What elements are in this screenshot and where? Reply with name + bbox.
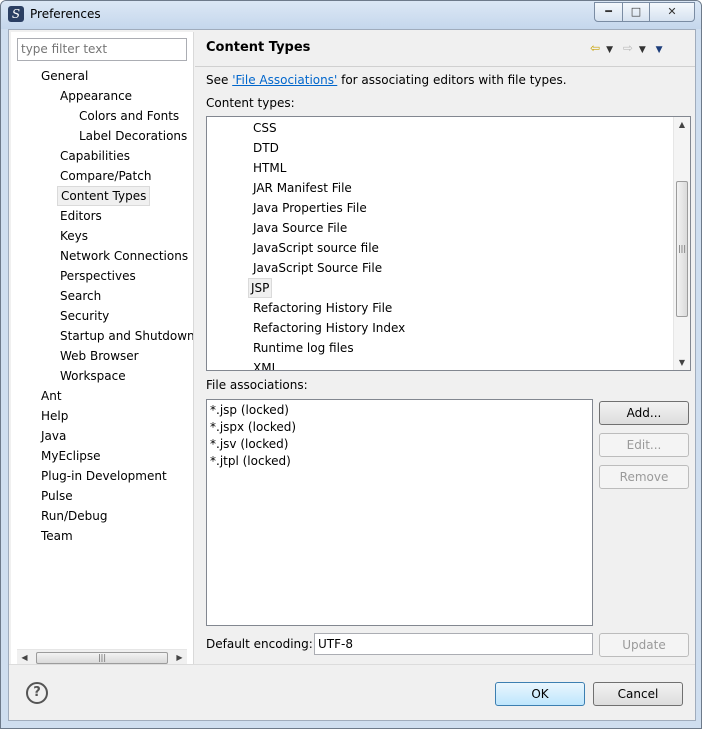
content-type-item[interactable]: JAR Manifest File: [251, 178, 354, 198]
tree-item[interactable]: General: [38, 66, 91, 86]
tree-item[interactable]: Ant: [38, 386, 65, 406]
back-arrow-icon[interactable]: ⇦: [590, 41, 600, 55]
tree-item[interactable]: Network Connections: [57, 246, 191, 266]
tree-item[interactable]: Java: [38, 426, 69, 446]
tree-item[interactable]: Appearance: [57, 86, 135, 106]
file-association-item[interactable]: *.jtpl (locked): [210, 453, 291, 470]
tree-horizontal-scrollbar[interactable]: ◀ ||| ▶: [17, 649, 187, 665]
tree-item[interactable]: Search: [57, 286, 104, 306]
content-type-item[interactable]: HTML: [251, 158, 288, 178]
file-association-item[interactable]: *.jsp (locked): [210, 402, 289, 419]
scroll-down-icon[interactable]: ▼: [674, 355, 690, 370]
update-button[interactable]: Update: [599, 633, 689, 657]
tree-item[interactable]: Team: [38, 526, 76, 546]
scroll-left-icon[interactable]: ◀: [17, 650, 32, 665]
tree-item[interactable]: Colors and Fonts: [76, 106, 182, 126]
file-association-item[interactable]: *.jsv (locked): [210, 436, 288, 453]
page-title: Content Types: [206, 40, 311, 55]
forward-dropdown-icon: ▼: [638, 45, 646, 55]
content-types-tree[interactable]: XML Runtime log files Refactoring History …: [206, 116, 691, 371]
desc-prefix: See: [206, 73, 233, 87]
scroll-up-icon[interactable]: ▲: [674, 117, 690, 132]
minimize-button[interactable]: ━: [594, 2, 623, 22]
content-type-item[interactable]: XML: [251, 358, 280, 370]
add-button[interactable]: Add...: [599, 401, 689, 425]
tree-item[interactable]: Capabilities: [57, 146, 133, 166]
view-menu-icon[interactable]: ▼: [656, 45, 663, 55]
title-bar: S Preferences ━ □ ✕: [1, 1, 701, 29]
scroll-thumb[interactable]: |||: [676, 181, 688, 317]
content-type-item[interactable]: Runtime log files: [251, 338, 356, 358]
content-type-item[interactable]: Refactoring History Index: [251, 318, 407, 338]
content-type-item[interactable]: JSP: [248, 278, 273, 298]
remove-button[interactable]: Remove: [599, 465, 689, 489]
content-type-item[interactable]: DTD: [251, 138, 281, 158]
ok-button[interactable]: OK: [495, 682, 585, 706]
tree-item[interactable]: Security: [57, 306, 112, 326]
preference-tree-panel: GeneralAppearanceColors and FontsLabel D…: [11, 32, 194, 665]
default-encoding-input[interactable]: UTF-8: [314, 633, 593, 655]
forward-arrow-icon: ⇨: [622, 41, 633, 55]
page-nav-toolbar: ⇦ ▼ ⇨ ▼ ▼: [590, 41, 669, 55]
window-title: Preferences: [30, 7, 101, 21]
preferences-window: S Preferences ━ □ ✕ GeneralAppearanceCol…: [0, 0, 702, 729]
page-description: See 'File Associations' for associating …: [206, 73, 567, 87]
dialog-client-area: GeneralAppearanceColors and FontsLabel D…: [8, 29, 696, 721]
cancel-button[interactable]: Cancel: [593, 682, 683, 706]
filter-input[interactable]: [17, 38, 187, 61]
page-header: Content Types ⇦ ▼ ⇨ ▼ ▼: [195, 30, 695, 67]
content-type-item[interactable]: Java Source File: [251, 218, 349, 238]
tree-item[interactable]: Web Browser: [57, 346, 142, 366]
tree-item[interactable]: Plug-in Development: [38, 466, 170, 486]
help-icon[interactable]: ?: [26, 682, 48, 704]
content-type-item[interactable]: JavaScript Source File: [251, 258, 384, 278]
content-type-item[interactable]: Java Properties File: [251, 198, 369, 218]
tree-item[interactable]: Perspectives: [57, 266, 139, 286]
tree-item[interactable]: MyEclipse: [38, 446, 104, 466]
tree-item[interactable]: Workspace: [57, 366, 129, 386]
tree-item[interactable]: Compare/Patch: [57, 166, 154, 186]
tree-item[interactable]: Run/Debug: [38, 506, 111, 526]
content-type-item[interactable]: Refactoring History File: [251, 298, 394, 318]
tree-item[interactable]: Help: [38, 406, 71, 426]
desc-suffix: for associating editors with file types.: [337, 73, 567, 87]
footer-separator: [9, 664, 695, 665]
tree-item[interactable]: Editors: [57, 206, 105, 226]
content-type-item[interactable]: JavaScript source file: [251, 238, 381, 258]
file-associations-list[interactable]: *.jsp (locked) *.jspx (locked) *.jsv (lock…: [206, 399, 593, 626]
content-types-vertical-scrollbar[interactable]: ▲ ||| ▼: [673, 117, 690, 370]
close-button[interactable]: ✕: [649, 2, 695, 22]
edit-button[interactable]: Edit...: [599, 433, 689, 457]
maximize-button[interactable]: □: [622, 2, 650, 22]
app-icon: S: [8, 6, 24, 22]
tree-item[interactable]: Label Decorations: [76, 126, 190, 146]
scroll-right-icon[interactable]: ▶: [172, 650, 187, 665]
scroll-thumb[interactable]: |||: [36, 652, 168, 664]
back-dropdown-icon[interactable]: ▼: [606, 45, 613, 55]
tree-item[interactable]: Keys: [57, 226, 91, 246]
preference-tree: General Appearance Colors and Fonts Label D…: [11, 65, 193, 655]
content-type-item[interactable]: CSS: [251, 118, 279, 138]
default-encoding-label: Default encoding:: [206, 637, 313, 651]
content-types-label: Content types:: [206, 96, 295, 110]
tree-item[interactable]: Content Types: [57, 186, 151, 206]
file-association-item[interactable]: *.jspx (locked): [210, 419, 296, 436]
file-associations-label: File associations:: [206, 378, 308, 392]
tree-item[interactable]: Pulse: [38, 486, 76, 506]
tree-item[interactable]: Startup and Shutdown: [57, 326, 193, 346]
file-associations-link[interactable]: 'File Associations': [232, 73, 337, 87]
